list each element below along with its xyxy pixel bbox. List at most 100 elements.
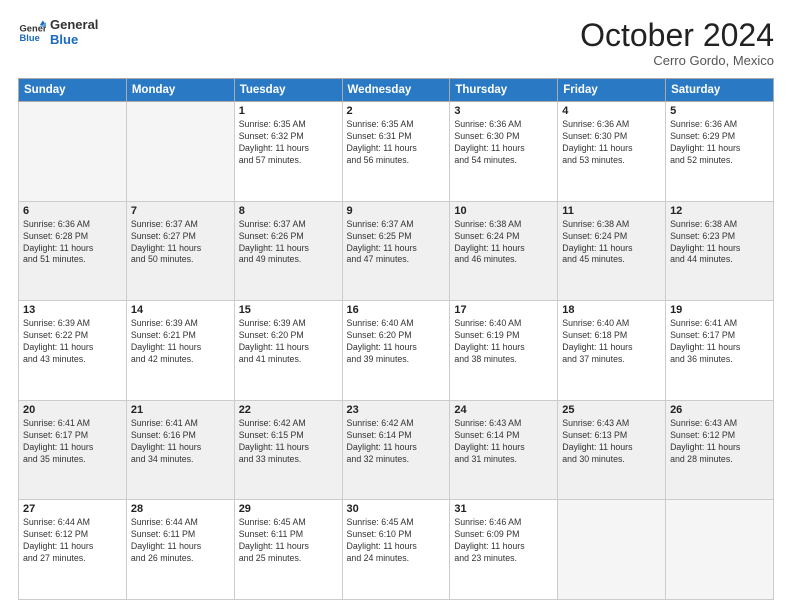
day-number: 8 [239, 205, 338, 217]
day-number: 13 [23, 304, 122, 316]
calendar-day-cell [666, 500, 774, 600]
calendar-day-cell: 27 Sunrise: 6:44 AMSunset: 6:12 PMDayligh… [19, 500, 127, 600]
calendar-day-cell: 29 Sunrise: 6:45 AMSunset: 6:11 PMDayligh… [234, 500, 342, 600]
calendar-day-cell: 11Sunrise: 6:38 AMSunset: 6:24 PMDayligh… [558, 201, 666, 301]
day-number: 6 [23, 205, 122, 217]
calendar-day-cell: 16 Sunrise: 6:40 AMSunset: 6:20 PMDayligh… [342, 301, 450, 401]
day-info: Sunrise: 6:36 AMSunset: 6:28 PMDaylight:… [23, 219, 122, 267]
day-number: 16 [347, 304, 446, 316]
day-number: 5 [670, 105, 769, 117]
header-day-tuesday: Tuesday [234, 79, 342, 102]
day-info: Sunrise: 6:36 AMSunset: 6:29 PMDaylight:… [670, 119, 769, 167]
header-day-monday: Monday [126, 79, 234, 102]
header-day-sunday: Sunday [19, 79, 127, 102]
day-info: Sunrise: 6:42 AMSunset: 6:15 PMDaylight:… [239, 418, 338, 466]
calendar-day-cell: 24 Sunrise: 6:43 AMSunset: 6:14 PMDayligh… [450, 400, 558, 500]
day-number: 25 [562, 404, 661, 416]
day-info: Sunrise: 6:42 AMSunset: 6:14 PMDaylight:… [347, 418, 446, 466]
day-info: Sunrise: 6:35 AMSunset: 6:31 PMDaylight:… [347, 119, 446, 167]
day-info: Sunrise: 6:43 AMSunset: 6:14 PMDaylight:… [454, 418, 553, 466]
calendar-day-cell: 21 Sunrise: 6:41 AMSunset: 6:16 PMDayligh… [126, 400, 234, 500]
day-number: 28 [131, 503, 230, 515]
calendar-week-row: 20 Sunrise: 6:41 AMSunset: 6:17 PMDayligh… [19, 400, 774, 500]
day-number: 14 [131, 304, 230, 316]
day-info: Sunrise: 6:38 AMSunset: 6:24 PMDaylight:… [562, 219, 661, 267]
day-info: Sunrise: 6:39 AMSunset: 6:21 PMDaylight:… [131, 318, 230, 366]
day-info: Sunrise: 6:39 AMSunset: 6:22 PMDaylight:… [23, 318, 122, 366]
day-number: 22 [239, 404, 338, 416]
day-info: Sunrise: 6:40 AMSunset: 6:18 PMDaylight:… [562, 318, 661, 366]
calendar-day-cell: 1Sunrise: 6:35 AMSunset: 6:32 PMDaylight… [234, 102, 342, 202]
day-info: Sunrise: 6:45 AMSunset: 6:11 PMDaylight:… [239, 517, 338, 565]
day-info: Sunrise: 6:43 AMSunset: 6:13 PMDaylight:… [562, 418, 661, 466]
calendar-day-cell: 31 Sunrise: 6:46 AMSunset: 6:09 PMDayligh… [450, 500, 558, 600]
calendar-day-cell: 10Sunrise: 6:38 AMSunset: 6:24 PMDayligh… [450, 201, 558, 301]
day-info: Sunrise: 6:36 AMSunset: 6:30 PMDaylight:… [454, 119, 553, 167]
calendar-day-cell: 18 Sunrise: 6:40 AMSunset: 6:18 PMDayligh… [558, 301, 666, 401]
day-number: 3 [454, 105, 553, 117]
day-number: 7 [131, 205, 230, 217]
calendar-week-row: 1Sunrise: 6:35 AMSunset: 6:32 PMDaylight… [19, 102, 774, 202]
day-info: Sunrise: 6:39 AMSunset: 6:20 PMDaylight:… [239, 318, 338, 366]
calendar-day-cell [558, 500, 666, 600]
calendar: SundayMondayTuesdayWednesdayThursdayFrid… [18, 78, 774, 600]
day-info: Sunrise: 6:45 AMSunset: 6:10 PMDaylight:… [347, 517, 446, 565]
day-info: Sunrise: 6:38 AMSunset: 6:23 PMDaylight:… [670, 219, 769, 267]
day-info: Sunrise: 6:37 AMSunset: 6:26 PMDaylight:… [239, 219, 338, 267]
title-block: October 2024 Cerro Gordo, Mexico [580, 18, 774, 68]
logo-line2: Blue [50, 33, 98, 48]
day-info: Sunrise: 6:40 AMSunset: 6:20 PMDaylight:… [347, 318, 446, 366]
day-number: 15 [239, 304, 338, 316]
day-info: Sunrise: 6:37 AMSunset: 6:25 PMDaylight:… [347, 219, 446, 267]
calendar-day-cell: 7 Sunrise: 6:37 AMSunset: 6:27 PMDaylight… [126, 201, 234, 301]
calendar-day-cell: 4Sunrise: 6:36 AMSunset: 6:30 PMDaylight… [558, 102, 666, 202]
day-number: 20 [23, 404, 122, 416]
logo-line1: General [50, 18, 98, 33]
logo-icon: General Blue [18, 19, 46, 47]
day-info: Sunrise: 6:41 AMSunset: 6:17 PMDaylight:… [670, 318, 769, 366]
calendar-day-cell: 26Sunrise: 6:43 AMSunset: 6:12 PMDayligh… [666, 400, 774, 500]
calendar-day-cell: 19 Sunrise: 6:41 AMSunset: 6:17 PMDayligh… [666, 301, 774, 401]
calendar-day-cell: 5 Sunrise: 6:36 AMSunset: 6:29 PMDaylight… [666, 102, 774, 202]
day-number: 27 [23, 503, 122, 515]
day-info: Sunrise: 6:40 AMSunset: 6:19 PMDaylight:… [454, 318, 553, 366]
calendar-day-cell: 22 Sunrise: 6:42 AMSunset: 6:15 PMDayligh… [234, 400, 342, 500]
header-day-thursday: Thursday [450, 79, 558, 102]
calendar-week-row: 13 Sunrise: 6:39 AMSunset: 6:22 PMDayligh… [19, 301, 774, 401]
calendar-day-cell [126, 102, 234, 202]
svg-text:Blue: Blue [20, 33, 40, 43]
day-number: 4 [562, 105, 661, 117]
location: Cerro Gordo, Mexico [580, 53, 774, 68]
day-number: 21 [131, 404, 230, 416]
day-info: Sunrise: 6:37 AMSunset: 6:27 PMDaylight:… [131, 219, 230, 267]
calendar-day-cell: 2 Sunrise: 6:35 AMSunset: 6:31 PMDaylight… [342, 102, 450, 202]
calendar-day-cell: 14 Sunrise: 6:39 AMSunset: 6:21 PMDayligh… [126, 301, 234, 401]
calendar-day-cell: 3 Sunrise: 6:36 AMSunset: 6:30 PMDaylight… [450, 102, 558, 202]
calendar-day-cell [19, 102, 127, 202]
day-number: 19 [670, 304, 769, 316]
calendar-day-cell: 6 Sunrise: 6:36 AMSunset: 6:28 PMDaylight… [19, 201, 127, 301]
calendar-week-row: 6 Sunrise: 6:36 AMSunset: 6:28 PMDaylight… [19, 201, 774, 301]
day-number: 2 [347, 105, 446, 117]
calendar-day-cell: 30Sunrise: 6:45 AMSunset: 6:10 PMDayligh… [342, 500, 450, 600]
day-number: 17 [454, 304, 553, 316]
day-info: Sunrise: 6:43 AMSunset: 6:12 PMDaylight:… [670, 418, 769, 466]
day-info: Sunrise: 6:41 AMSunset: 6:16 PMDaylight:… [131, 418, 230, 466]
calendar-day-cell: 15 Sunrise: 6:39 AMSunset: 6:20 PMDayligh… [234, 301, 342, 401]
day-info: Sunrise: 6:46 AMSunset: 6:09 PMDaylight:… [454, 517, 553, 565]
day-number: 9 [347, 205, 446, 217]
header-day-wednesday: Wednesday [342, 79, 450, 102]
day-number: 18 [562, 304, 661, 316]
day-number: 1 [239, 105, 338, 117]
day-number: 31 [454, 503, 553, 515]
calendar-day-cell: 8 Sunrise: 6:37 AMSunset: 6:26 PMDaylight… [234, 201, 342, 301]
day-number: 29 [239, 503, 338, 515]
day-info: Sunrise: 6:44 AMSunset: 6:12 PMDaylight:… [23, 517, 122, 565]
day-number: 24 [454, 404, 553, 416]
day-number: 12 [670, 205, 769, 217]
day-info: Sunrise: 6:41 AMSunset: 6:17 PMDaylight:… [23, 418, 122, 466]
calendar-day-cell: 28Sunrise: 6:44 AMSunset: 6:11 PMDayligh… [126, 500, 234, 600]
day-info: Sunrise: 6:38 AMSunset: 6:24 PMDaylight:… [454, 219, 553, 267]
header-day-friday: Friday [558, 79, 666, 102]
calendar-day-cell: 13 Sunrise: 6:39 AMSunset: 6:22 PMDayligh… [19, 301, 127, 401]
